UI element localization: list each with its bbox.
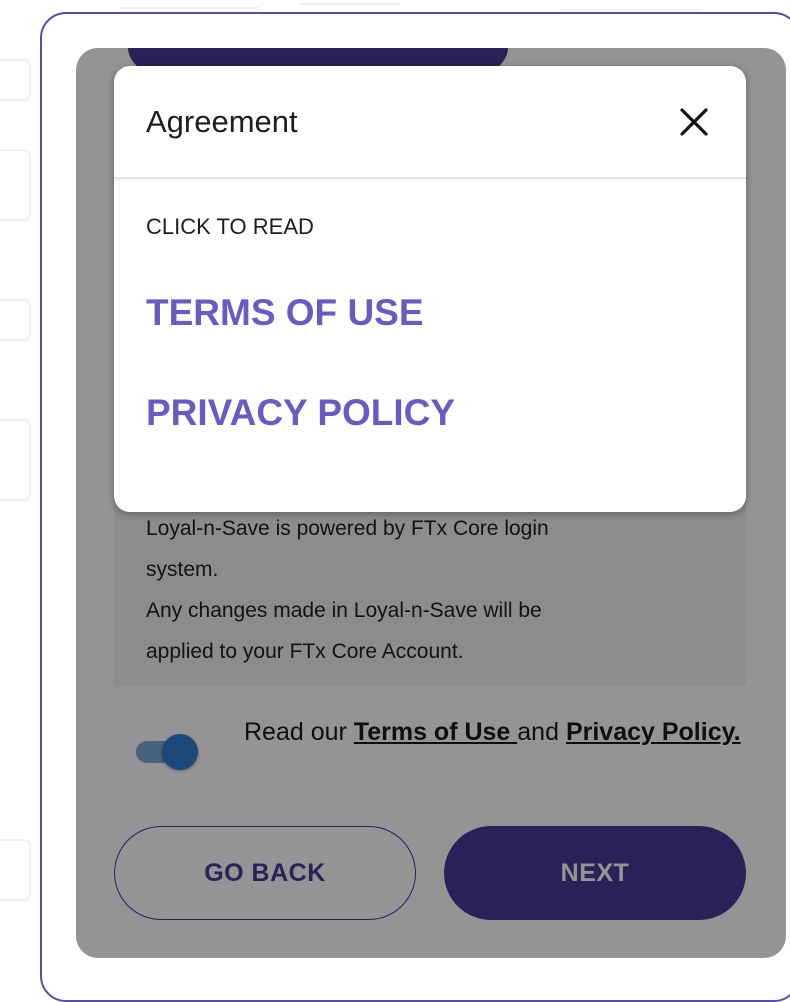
dialog-title: Agreement [146,104,298,139]
click-to-read-label: CLICK TO READ [146,214,314,239]
app-screen: Loyal-n-Save is powered by FTx Core logi… [76,48,786,958]
close-icon [680,108,708,136]
agreement-dialog: Agreement CLICK TO READ TERMS OF USE PRI… [114,66,746,512]
close-button[interactable] [676,104,712,140]
privacy-policy-dialog-link[interactable]: PRIVACY POLICY [146,392,455,434]
dialog-header: Agreement [114,66,746,179]
terms-of-use-dialog-link[interactable]: TERMS OF USE [146,292,424,334]
